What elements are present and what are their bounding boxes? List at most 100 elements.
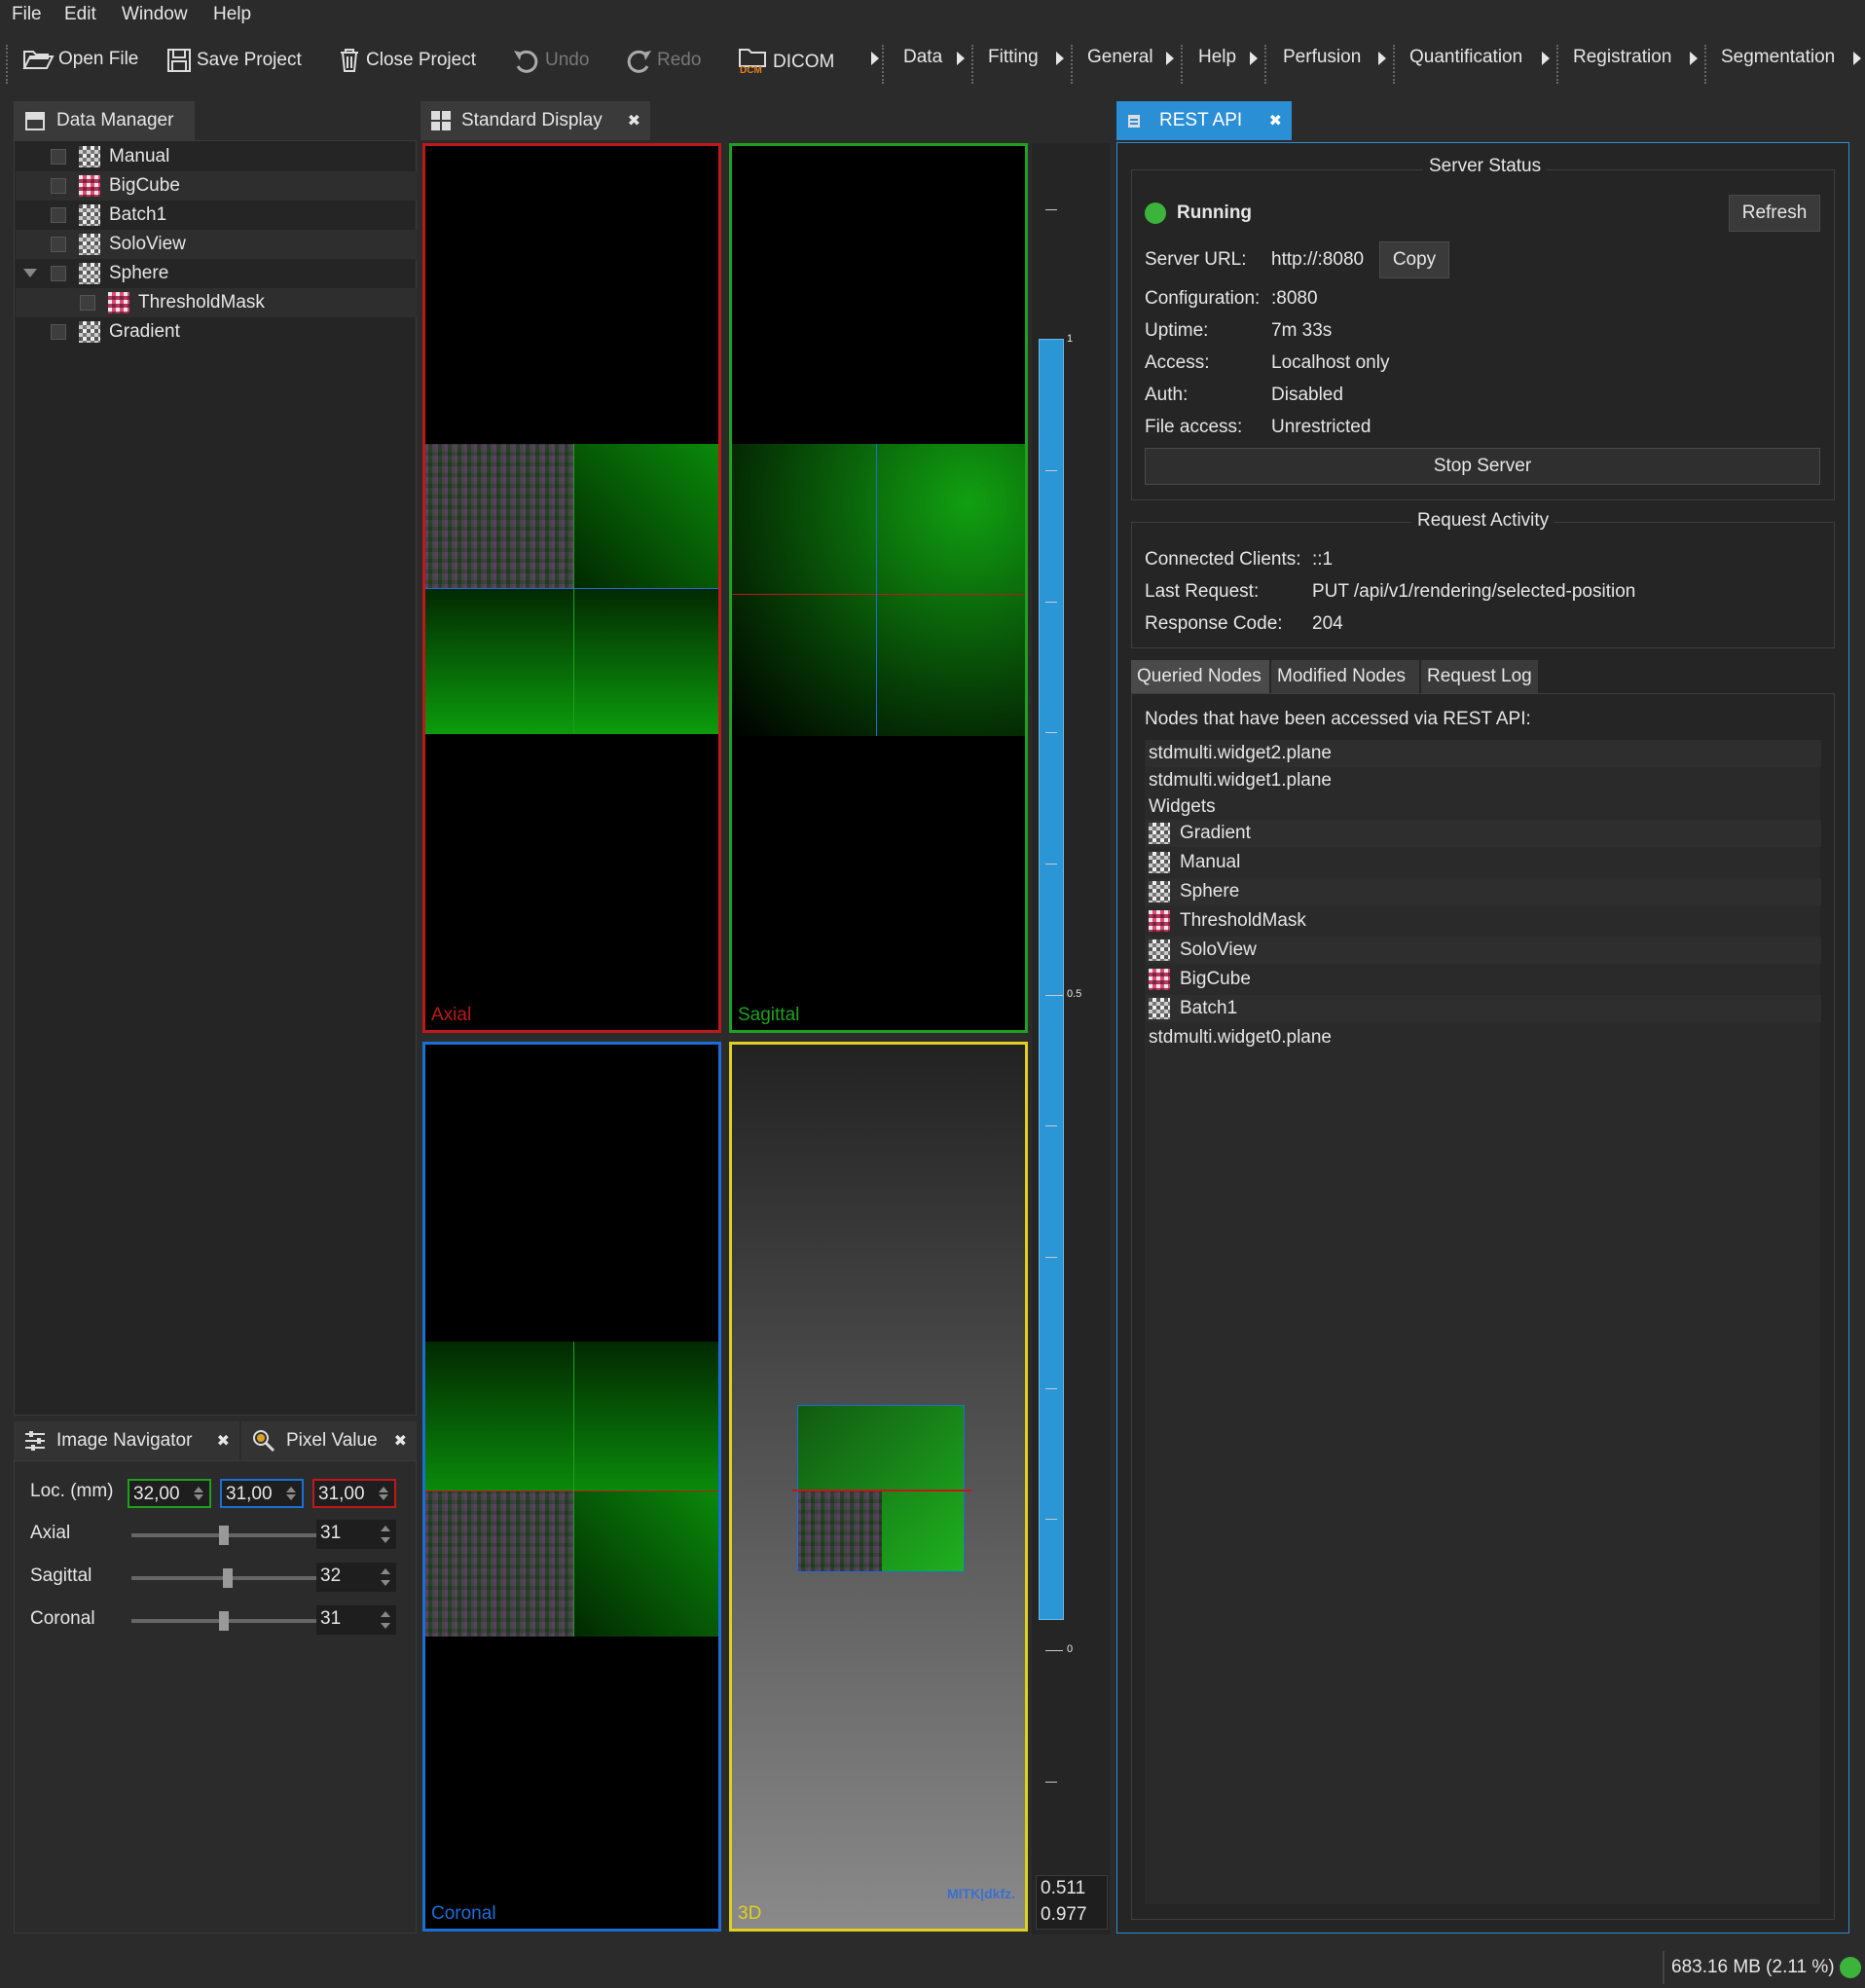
list-item[interactable]: stdmulti.widget0.plane	[1146, 1024, 1821, 1051]
colorbar-tick	[1045, 1257, 1057, 1258]
menu-window[interactable]: Window	[122, 4, 188, 25]
plugin-general[interactable]: General	[1087, 47, 1153, 68]
tab-standard-display[interactable]: Standard Display ✖	[421, 101, 650, 140]
server-status-text: Running	[1177, 202, 1253, 223]
loc-y-spinbox[interactable]: 31,00	[220, 1479, 304, 1508]
plugin-fitting-arrow[interactable]	[1056, 52, 1064, 65]
image-thumb-icon	[79, 321, 100, 343]
expand-arrow-icon[interactable]	[23, 269, 37, 278]
refresh-button[interactable]: Refresh	[1729, 195, 1820, 232]
save-project-button[interactable]: Save Project	[165, 47, 302, 74]
visibility-checkbox[interactable]	[51, 149, 66, 165]
slider-handle[interactable]	[219, 1526, 229, 1545]
toolbar-grip[interactable]	[6, 45, 8, 84]
tab-pixel-value[interactable]: Pixel Value ✖	[241, 1421, 417, 1460]
tab-image-navigator[interactable]: Image Navigator ✖	[14, 1421, 239, 1460]
tree-item[interactable]: Sphere	[16, 259, 417, 288]
dicom-button[interactable]: DCM DICOM	[738, 47, 834, 78]
copy-url-button[interactable]: Copy	[1379, 241, 1449, 278]
close-icon[interactable]: ✖	[394, 1431, 407, 1451]
memory-status-icon	[1840, 1957, 1861, 1978]
tree-item[interactable]: BigCube	[16, 171, 417, 201]
colorbar-bottom-label: 0	[1067, 1643, 1074, 1655]
visibility-checkbox[interactable]	[51, 324, 66, 340]
list-item[interactable]: BigCube	[1146, 966, 1821, 993]
3d-view[interactable]: MITK|dkfz. 3D	[729, 1042, 1028, 1932]
tab-rest-api[interactable]: REST API ✖	[1116, 101, 1292, 140]
visibility-checkbox[interactable]	[51, 266, 66, 281]
slider-handle[interactable]	[219, 1611, 229, 1631]
sagittal-slider[interactable]	[131, 1568, 316, 1588]
tree-item[interactable]: Gradient	[16, 317, 417, 347]
plugin-quantification-arrow[interactable]	[1542, 52, 1550, 65]
plugin-perfusion[interactable]: Perfusion	[1283, 47, 1361, 68]
plugin-help[interactable]: Help	[1198, 47, 1236, 68]
coronal-view[interactable]: Coronal	[422, 1042, 721, 1932]
undo-button[interactable]: Undo	[512, 47, 589, 74]
level-value[interactable]: 0.511	[1041, 1878, 1085, 1899]
list-item[interactable]: SoloView	[1146, 937, 1821, 964]
list-item[interactable]: Manual	[1146, 849, 1821, 876]
sagittal-view[interactable]: Sagittal	[729, 143, 1028, 1033]
list-item[interactable]: Gradient	[1146, 820, 1821, 847]
coronal-slider[interactable]	[131, 1611, 316, 1631]
slider-handle[interactable]	[222, 1568, 233, 1588]
plugin-help-arrow[interactable]	[1250, 52, 1258, 65]
list-item[interactable]: stdmulti.widget2.plane	[1146, 740, 1821, 767]
list-item[interactable]: Sphere	[1146, 878, 1821, 905]
window-value[interactable]: 0.977	[1041, 1904, 1087, 1926]
redo-button[interactable]: Redo	[624, 47, 701, 74]
tab-modified-nodes[interactable]: Modified Nodes	[1271, 660, 1419, 693]
sagittal-spinbox[interactable]: 32	[316, 1563, 396, 1592]
tab-data-manager[interactable]: Data Manager	[14, 101, 195, 140]
plugin-segmentation-arrow[interactable]	[1853, 52, 1861, 65]
plugin-data-arrow[interactable]	[957, 52, 965, 65]
list-item[interactable]: Batch1	[1146, 995, 1821, 1022]
close-icon[interactable]: ✖	[217, 1431, 230, 1451]
axial-slider[interactable]	[131, 1526, 316, 1545]
image-thumb-icon	[1149, 881, 1170, 902]
plugin-fitting[interactable]: Fitting	[988, 47, 1039, 68]
tab-queried-nodes[interactable]: Queried Nodes	[1131, 660, 1269, 693]
loc-z-spinbox[interactable]: 31,00	[312, 1479, 396, 1508]
list-item[interactable]: Widgets	[1146, 793, 1821, 821]
stop-server-button[interactable]: Stop Server	[1145, 448, 1820, 485]
display-layout-icon	[431, 111, 451, 130]
list-item-label: Batch1	[1180, 998, 1238, 1018]
field-label: Auth:	[1145, 385, 1188, 405]
tree-item[interactable]: ThresholdMask	[16, 288, 417, 317]
plugin-segmentation[interactable]: Segmentation	[1721, 47, 1835, 68]
loc-x-spinbox[interactable]: 32,00	[128, 1479, 211, 1508]
image-region	[573, 1491, 718, 1637]
close-icon[interactable]: ✖	[1269, 111, 1282, 130]
open-file-button[interactable]: Open File	[21, 47, 138, 72]
visibility-checkbox[interactable]	[51, 237, 66, 252]
close-icon[interactable]: ✖	[628, 111, 640, 130]
close-project-button[interactable]: Close Project	[337, 47, 476, 74]
list-item[interactable]: stdmulti.widget1.plane	[1146, 767, 1821, 794]
tree-item[interactable]: Batch1	[16, 201, 417, 230]
menu-edit[interactable]: Edit	[64, 4, 96, 25]
toolbar-separator	[882, 45, 884, 84]
axial-spinbox[interactable]: 31	[316, 1520, 396, 1549]
plugin-quantification[interactable]: Quantification	[1409, 47, 1522, 68]
list-item[interactable]: ThresholdMask	[1146, 907, 1821, 935]
visibility-checkbox[interactable]	[51, 207, 66, 223]
plugin-registration[interactable]: Registration	[1573, 47, 1671, 68]
coronal-spinbox[interactable]: 31	[316, 1605, 396, 1635]
plugin-perfusion-arrow[interactable]	[1378, 52, 1386, 65]
visibility-checkbox[interactable]	[80, 295, 95, 311]
menu-file[interactable]: File	[12, 4, 42, 25]
level-window-box[interactable]: 0.511 0.977	[1036, 1875, 1108, 1930]
plugin-general-arrow[interactable]	[1166, 52, 1174, 65]
toolbar-extension-arrow[interactable]	[871, 52, 879, 65]
plugin-registration-arrow[interactable]	[1690, 52, 1698, 65]
plugin-data[interactable]: Data	[903, 47, 942, 68]
menu-help[interactable]: Help	[213, 4, 251, 25]
tree-item[interactable]: SoloView	[16, 230, 417, 259]
axial-view[interactable]: Axial	[422, 143, 721, 1033]
tree-item[interactable]: Manual	[16, 142, 417, 171]
visibility-checkbox[interactable]	[51, 178, 66, 194]
tab-request-log[interactable]: Request Log	[1421, 660, 1538, 693]
colorbar-gradient[interactable]	[1039, 339, 1064, 1620]
